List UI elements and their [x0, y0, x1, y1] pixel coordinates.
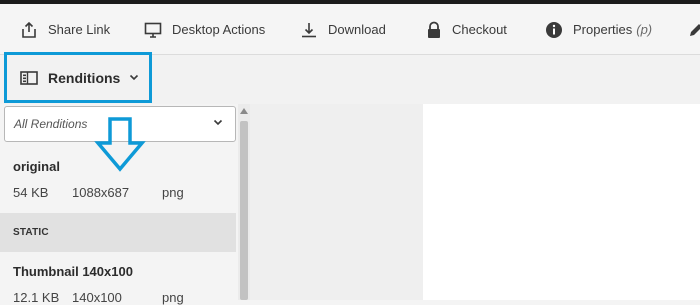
section-label: STATIC	[13, 227, 49, 238]
section-header-static: STATIC	[0, 213, 236, 252]
edit-button[interactable]	[688, 4, 700, 55]
rendition-size: 54 KB	[13, 185, 49, 200]
rendition-dimensions: 140x100	[72, 290, 122, 305]
download-icon	[302, 22, 316, 37]
rendition-name: Thumbnail 140x100	[13, 264, 133, 279]
pencil-icon	[690, 23, 700, 36]
properties-label: Properties	[573, 22, 633, 37]
rendition-dimensions: 1088x687	[72, 185, 130, 200]
renditions-label: Renditions	[48, 69, 121, 86]
renditions-button[interactable]: Renditions	[4, 52, 152, 103]
checkout-button[interactable]: Checkout	[426, 4, 507, 55]
toolbar: Share Link Desktop Actions Download Chec…	[0, 4, 700, 55]
asset-preview	[423, 104, 700, 300]
chevron-down-icon	[129, 74, 139, 81]
desktop-actions-label: Desktop Actions	[172, 22, 266, 37]
desktop-actions-button[interactable]: Desktop Actions	[144, 4, 265, 55]
checkout-label: Checkout	[452, 22, 507, 37]
chevron-down-icon	[213, 119, 223, 126]
content-gutter	[250, 104, 423, 300]
lock-icon	[428, 21, 440, 38]
download-label: Download	[328, 22, 386, 37]
rendition-format: png	[162, 290, 184, 305]
rendition-size: 12.1 KB	[13, 290, 60, 305]
rendition-name: original	[13, 159, 60, 174]
annotation-arrow-icon	[94, 117, 146, 172]
share-link-label: Share Link	[48, 22, 111, 37]
share-icon	[22, 21, 36, 38]
panel-icon	[20, 70, 38, 85]
share-link-button[interactable]: Share Link	[20, 4, 110, 55]
scroll-up-arrow-icon[interactable]	[240, 108, 248, 114]
properties-shortcut: (p)	[636, 22, 653, 37]
desktop-icon	[144, 22, 162, 38]
rendition-filter-value: All Renditions	[14, 117, 88, 131]
rendition-format: png	[162, 185, 184, 200]
scrollbar-thumb[interactable]	[240, 121, 248, 300]
download-button[interactable]: Download	[300, 4, 386, 55]
info-icon	[546, 21, 562, 38]
properties-button[interactable]: Properties (p)	[545, 4, 652, 55]
